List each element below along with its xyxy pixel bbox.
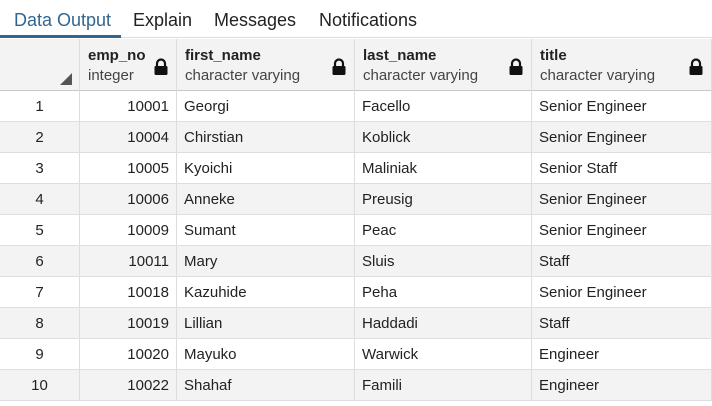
cell-title[interactable]: Senior Staff xyxy=(532,153,712,184)
cell-last-name[interactable]: Sluis xyxy=(355,246,532,277)
cell-first-name[interactable]: Shahaf xyxy=(177,370,355,401)
cell-emp-no[interactable]: 10018 xyxy=(80,277,177,308)
row-number[interactable]: 2 xyxy=(0,122,80,153)
cell-first-name[interactable]: Georgi xyxy=(177,91,355,122)
column-name: last_name xyxy=(363,47,437,64)
cell-first-name[interactable]: Mayuko xyxy=(177,339,355,370)
row-number[interactable]: 4 xyxy=(0,184,80,215)
column-header-first-name[interactable]: first_name character varying xyxy=(177,39,355,91)
cell-first-name[interactable]: Kazuhide xyxy=(177,277,355,308)
cell-first-name[interactable]: Mary xyxy=(177,246,355,277)
row-number[interactable]: 9 xyxy=(0,339,80,370)
table-row[interactable]: 7 10018 Kazuhide Peha Senior Engineer xyxy=(0,277,712,308)
cell-emp-no[interactable]: 10004 xyxy=(80,122,177,153)
cell-title[interactable]: Engineer xyxy=(532,339,712,370)
cell-emp-no[interactable]: 10020 xyxy=(80,339,177,370)
tab-explain[interactable]: Explain xyxy=(133,0,192,38)
cell-first-name[interactable]: Sumant xyxy=(177,215,355,246)
column-type: integer xyxy=(88,67,134,84)
cell-last-name[interactable]: Peac xyxy=(355,215,532,246)
row-number[interactable]: 6 xyxy=(0,246,80,277)
cell-last-name[interactable]: Peha xyxy=(355,277,532,308)
row-number[interactable]: 5 xyxy=(0,215,80,246)
cell-title[interactable]: Engineer xyxy=(532,370,712,401)
column-header-last-name[interactable]: last_name character varying xyxy=(355,39,532,91)
column-name: title xyxy=(540,47,567,64)
cell-emp-no[interactable]: 10022 xyxy=(80,370,177,401)
cell-emp-no[interactable]: 10006 xyxy=(80,184,177,215)
column-type: character varying xyxy=(185,67,301,84)
column-name: emp_no xyxy=(88,47,146,64)
cell-title[interactable]: Staff xyxy=(532,308,712,339)
cell-title[interactable]: Senior Engineer xyxy=(532,277,712,308)
cell-first-name[interactable]: Lillian xyxy=(177,308,355,339)
cell-emp-no[interactable]: 10001 xyxy=(80,91,177,122)
cell-last-name[interactable]: Koblick xyxy=(355,122,532,153)
table-row[interactable]: 2 10004 Chirstian Koblick Senior Enginee… xyxy=(0,122,712,153)
table-row[interactable]: 8 10019 Lillian Haddadi Staff xyxy=(0,308,712,339)
tab-notifications[interactable]: Notifications xyxy=(319,0,417,38)
row-number[interactable]: 8 xyxy=(0,308,80,339)
column-type: character varying xyxy=(363,67,479,84)
cell-title[interactable]: Senior Engineer xyxy=(532,184,712,215)
table-row[interactable]: 6 10011 Mary Sluis Staff xyxy=(0,246,712,277)
column-name: first_name xyxy=(185,47,261,64)
tab-messages[interactable]: Messages xyxy=(214,0,296,38)
cell-last-name[interactable]: Maliniak xyxy=(355,153,532,184)
table-row[interactable]: 1 10001 Georgi Facello Senior Engineer xyxy=(0,91,712,122)
table-row[interactable]: 10 10022 Shahaf Famili Engineer xyxy=(0,370,712,401)
table-row[interactable]: 3 10005 Kyoichi Maliniak Senior Staff xyxy=(0,153,712,184)
result-tabbar: Data Output Explain Messages Notificatio… xyxy=(0,0,712,38)
cell-last-name[interactable]: Warwick xyxy=(355,339,532,370)
row-number[interactable]: 1 xyxy=(0,91,80,122)
cell-emp-no[interactable]: 10019 xyxy=(80,308,177,339)
cell-title[interactable]: Senior Engineer xyxy=(532,215,712,246)
cell-last-name[interactable]: Facello xyxy=(355,91,532,122)
select-all-corner[interactable] xyxy=(0,39,80,91)
lock-icon xyxy=(154,58,168,75)
tab-data-output[interactable]: Data Output xyxy=(14,0,111,38)
cell-emp-no[interactable]: 10011 xyxy=(80,246,177,277)
table-row[interactable]: 9 10020 Mayuko Warwick Engineer xyxy=(0,339,712,370)
table-row[interactable]: 4 10006 Anneke Preusig Senior Engineer xyxy=(0,184,712,215)
row-number[interactable]: 7 xyxy=(0,277,80,308)
cell-emp-no[interactable]: 10009 xyxy=(80,215,177,246)
cell-last-name[interactable]: Preusig xyxy=(355,184,532,215)
lock-icon xyxy=(332,58,346,75)
cell-title[interactable]: Senior Engineer xyxy=(532,91,712,122)
cell-title[interactable]: Staff xyxy=(532,246,712,277)
table-row[interactable]: 5 10009 Sumant Peac Senior Engineer xyxy=(0,215,712,246)
column-type: character varying xyxy=(540,67,656,84)
lock-icon xyxy=(689,58,703,75)
cell-title[interactable]: Senior Engineer xyxy=(532,122,712,153)
column-header-title[interactable]: title character varying xyxy=(532,39,712,91)
active-tab-indicator xyxy=(0,35,121,38)
column-header-emp-no[interactable]: emp_no integer xyxy=(80,39,177,91)
select-all-triangle-icon xyxy=(60,73,72,85)
cell-first-name[interactable]: Chirstian xyxy=(177,122,355,153)
cell-first-name[interactable]: Kyoichi xyxy=(177,153,355,184)
row-number[interactable]: 3 xyxy=(0,153,80,184)
cell-last-name[interactable]: Famili xyxy=(355,370,532,401)
cell-first-name[interactable]: Anneke xyxy=(177,184,355,215)
row-number[interactable]: 10 xyxy=(0,370,80,401)
cell-emp-no[interactable]: 10005 xyxy=(80,153,177,184)
lock-icon xyxy=(509,58,523,75)
cell-last-name[interactable]: Haddadi xyxy=(355,308,532,339)
